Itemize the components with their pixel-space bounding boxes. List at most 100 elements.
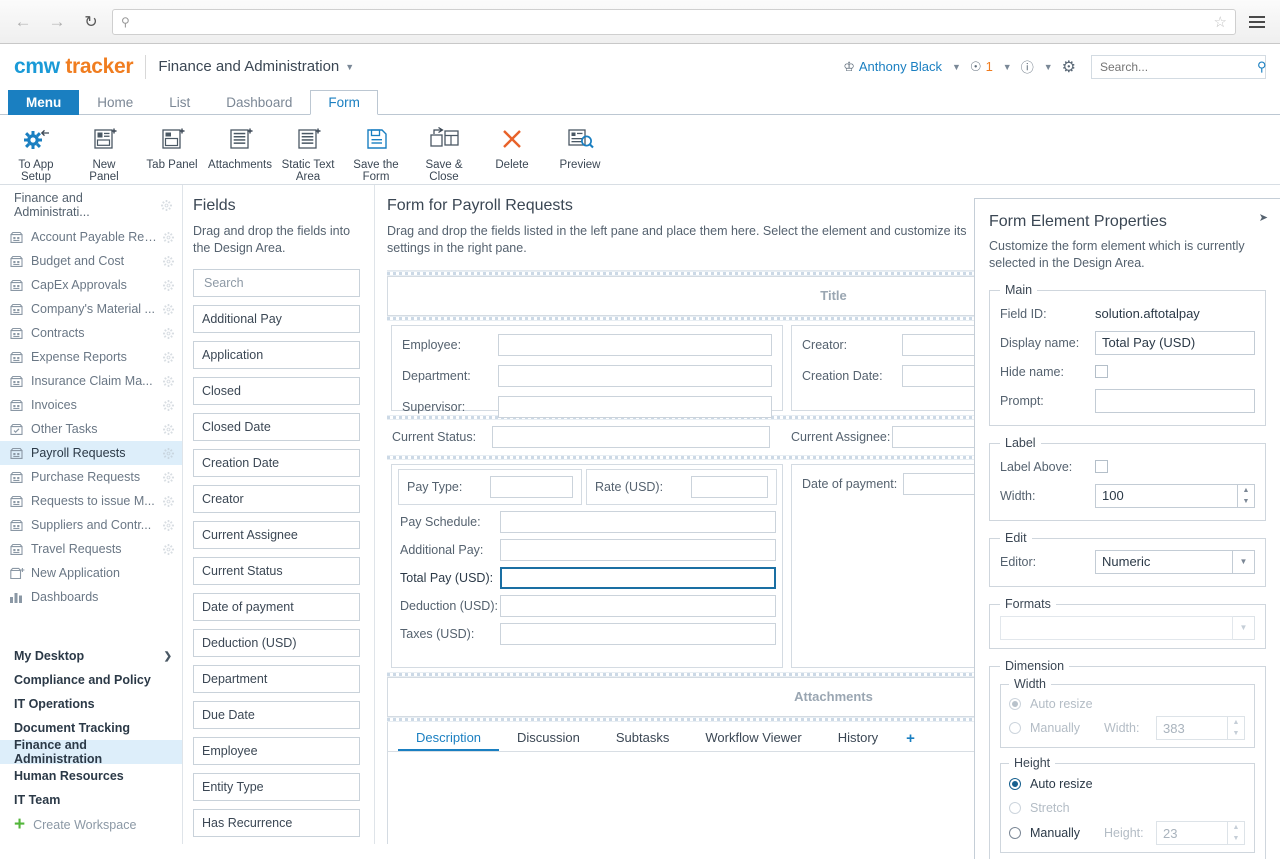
width-input[interactable]: 383	[1156, 716, 1228, 740]
field-input-selected[interactable]	[500, 567, 776, 589]
height-input[interactable]: 23	[1156, 821, 1228, 845]
gear-icon[interactable]	[161, 199, 172, 211]
sidebar-item-company-s-material[interactable]: Company's Material ...	[0, 297, 182, 321]
form-field-row[interactable]: Rate (USD):	[595, 476, 768, 498]
height-auto-radio[interactable]	[1009, 778, 1021, 790]
bottom-tab-subtasks[interactable]: Subtasks	[598, 730, 687, 751]
field-input[interactable]	[498, 334, 772, 356]
bottom-tab-workflow-viewer[interactable]: Workflow Viewer	[687, 730, 819, 751]
field-input[interactable]	[492, 426, 770, 448]
reload-icon[interactable]: ↻	[78, 9, 104, 35]
sidebar-item-capex-approvals[interactable]: CapEx Approvals	[0, 273, 182, 297]
sidebar-item-purchase-requests[interactable]: Purchase Requests	[0, 465, 182, 489]
prompt-input[interactable]	[1095, 388, 1255, 413]
sidebar-item-dashboards[interactable]: Dashboards	[0, 585, 182, 609]
gear-icon[interactable]	[163, 519, 174, 531]
fields-search-input[interactable]	[202, 275, 351, 291]
tab-form[interactable]: Form	[310, 90, 378, 115]
sidebar-item-other-tasks[interactable]: Other Tasks	[0, 417, 182, 441]
chevron-right-icon[interactable]: ❯	[164, 651, 172, 662]
field-item[interactable]: Entity Type	[193, 773, 360, 801]
stepper-up-icon[interactable]: ▲	[1228, 717, 1244, 728]
workspace-chevron-down-icon[interactable]: ▼	[345, 62, 354, 72]
height-auto-row[interactable]: Auto resize	[1009, 772, 1246, 796]
collapse-panel-icon[interactable]: ➤	[1259, 211, 1268, 224]
notifications-menu[interactable]: ☉ 1 ▼	[970, 59, 1012, 75]
sidebar-item-requests-to-issue-m[interactable]: Requests to issue M...	[0, 489, 182, 513]
field-item[interactable]: Has Recurrence	[193, 809, 360, 837]
field-input[interactable]	[498, 365, 772, 387]
form-field-row[interactable]: Deduction (USD):	[400, 595, 776, 617]
label-width-stepper[interactable]: ▲ ▼	[1238, 483, 1255, 508]
height-stretch-radio[interactable]	[1009, 802, 1021, 814]
bottom-tab-description[interactable]: Description	[398, 730, 500, 751]
workspace-item-finance-and-administration[interactable]: Finance and Administration	[0, 738, 182, 766]
field-input[interactable]	[490, 476, 573, 498]
width-manual-radio[interactable]	[1009, 722, 1021, 734]
gear-icon[interactable]	[163, 423, 174, 435]
new-panel-button[interactable]: New Panel	[70, 121, 138, 183]
sidebar-item-payroll-requests[interactable]: Payroll Requests	[0, 441, 182, 465]
field-input[interactable]	[500, 511, 776, 533]
field-input[interactable]	[498, 396, 772, 418]
gear-icon[interactable]	[163, 231, 174, 243]
form-field-row[interactable]: Employee:	[402, 334, 772, 356]
stepper-down-icon[interactable]: ▼	[1228, 833, 1244, 844]
save-and-close-button[interactable]: Save & Close	[410, 121, 478, 183]
field-item[interactable]: Date of payment	[193, 593, 360, 621]
field-input[interactable]	[500, 623, 776, 645]
field-item[interactable]: Additional Pay	[193, 305, 360, 333]
chevron-down-icon[interactable]: ▼	[1233, 549, 1255, 574]
workspace-item-my-desktop[interactable]: My Desktop ❯	[0, 644, 182, 668]
sidebar-item-expense-reports[interactable]: Expense Reports	[0, 345, 182, 369]
gear-icon[interactable]	[163, 495, 174, 507]
back-icon[interactable]: ←	[10, 9, 36, 35]
form-field-row[interactable]: Current Status:	[387, 426, 779, 448]
gear-icon[interactable]	[163, 447, 174, 459]
formats-select[interactable]	[1000, 615, 1233, 640]
form-field-row-selected[interactable]: Total Pay (USD):	[400, 567, 776, 589]
form-field-row[interactable]: Taxes (USD):	[400, 623, 776, 645]
field-input[interactable]	[691, 476, 768, 498]
form-field-row[interactable]: Pay Type:	[407, 476, 573, 498]
workspace-item-document-tracking[interactable]: Document Tracking	[0, 716, 182, 740]
height-stretch-row[interactable]: Stretch	[1009, 796, 1246, 820]
browser-menu-icon[interactable]	[1244, 9, 1270, 35]
width-auto-radio[interactable]	[1009, 698, 1021, 710]
gear-icon[interactable]	[163, 279, 174, 291]
gear-icon[interactable]	[163, 327, 174, 339]
forward-icon[interactable]: →	[44, 9, 70, 35]
field-item[interactable]: Current Assignee	[193, 521, 360, 549]
gear-icon[interactable]	[163, 303, 174, 315]
field-item[interactable]: Employee	[193, 737, 360, 765]
form-field-row[interactable]: Pay Schedule:	[400, 511, 776, 533]
stepper-down-icon[interactable]: ▼	[1228, 728, 1244, 739]
sidebar-item-insurance-claim-ma[interactable]: Insurance Claim Ma...	[0, 369, 182, 393]
search-icon[interactable]: ⚲	[1257, 59, 1267, 75]
workspace-item-it-operations[interactable]: IT Operations	[0, 692, 182, 716]
width-auto-row[interactable]: Auto resize	[1009, 693, 1246, 715]
create-workspace-button[interactable]: + Create Workspace	[0, 812, 182, 838]
form-field-row[interactable]: Additional Pay:	[400, 539, 776, 561]
field-item[interactable]: Closed	[193, 377, 360, 405]
field-item[interactable]: Application	[193, 341, 360, 369]
fields-search[interactable]	[193, 269, 360, 297]
hide-name-checkbox[interactable]	[1095, 365, 1108, 378]
attachments-button[interactable]: Attachments	[206, 121, 274, 171]
height-manual-radio[interactable]	[1009, 827, 1021, 839]
gear-icon[interactable]	[163, 399, 174, 411]
address-bar[interactable]: ⚲ ☆	[112, 8, 1236, 35]
delete-button[interactable]: Delete	[478, 121, 546, 171]
notifications-chevron-down-icon[interactable]: ▼	[1003, 62, 1012, 72]
rate-panel[interactable]: Rate (USD):	[586, 469, 777, 505]
pay-type-panel[interactable]: Pay Type:	[398, 469, 582, 505]
chevron-down-icon[interactable]: ▼	[1233, 615, 1255, 640]
sidebar-item-travel-requests[interactable]: Travel Requests	[0, 537, 182, 561]
user-chevron-down-icon[interactable]: ▼	[952, 62, 961, 72]
field-item[interactable]: Creator	[193, 485, 360, 513]
height-stepper[interactable]: ▲ ▼	[1228, 821, 1245, 845]
settings-button[interactable]: ⚙	[1062, 57, 1076, 77]
stepper-up-icon[interactable]: ▲	[1238, 485, 1254, 496]
pay-panel[interactable]: Pay Type: Rate (USD): Pay Schedule: Addi…	[391, 464, 783, 668]
app-logo[interactable]: cmw tracker	[14, 55, 134, 79]
